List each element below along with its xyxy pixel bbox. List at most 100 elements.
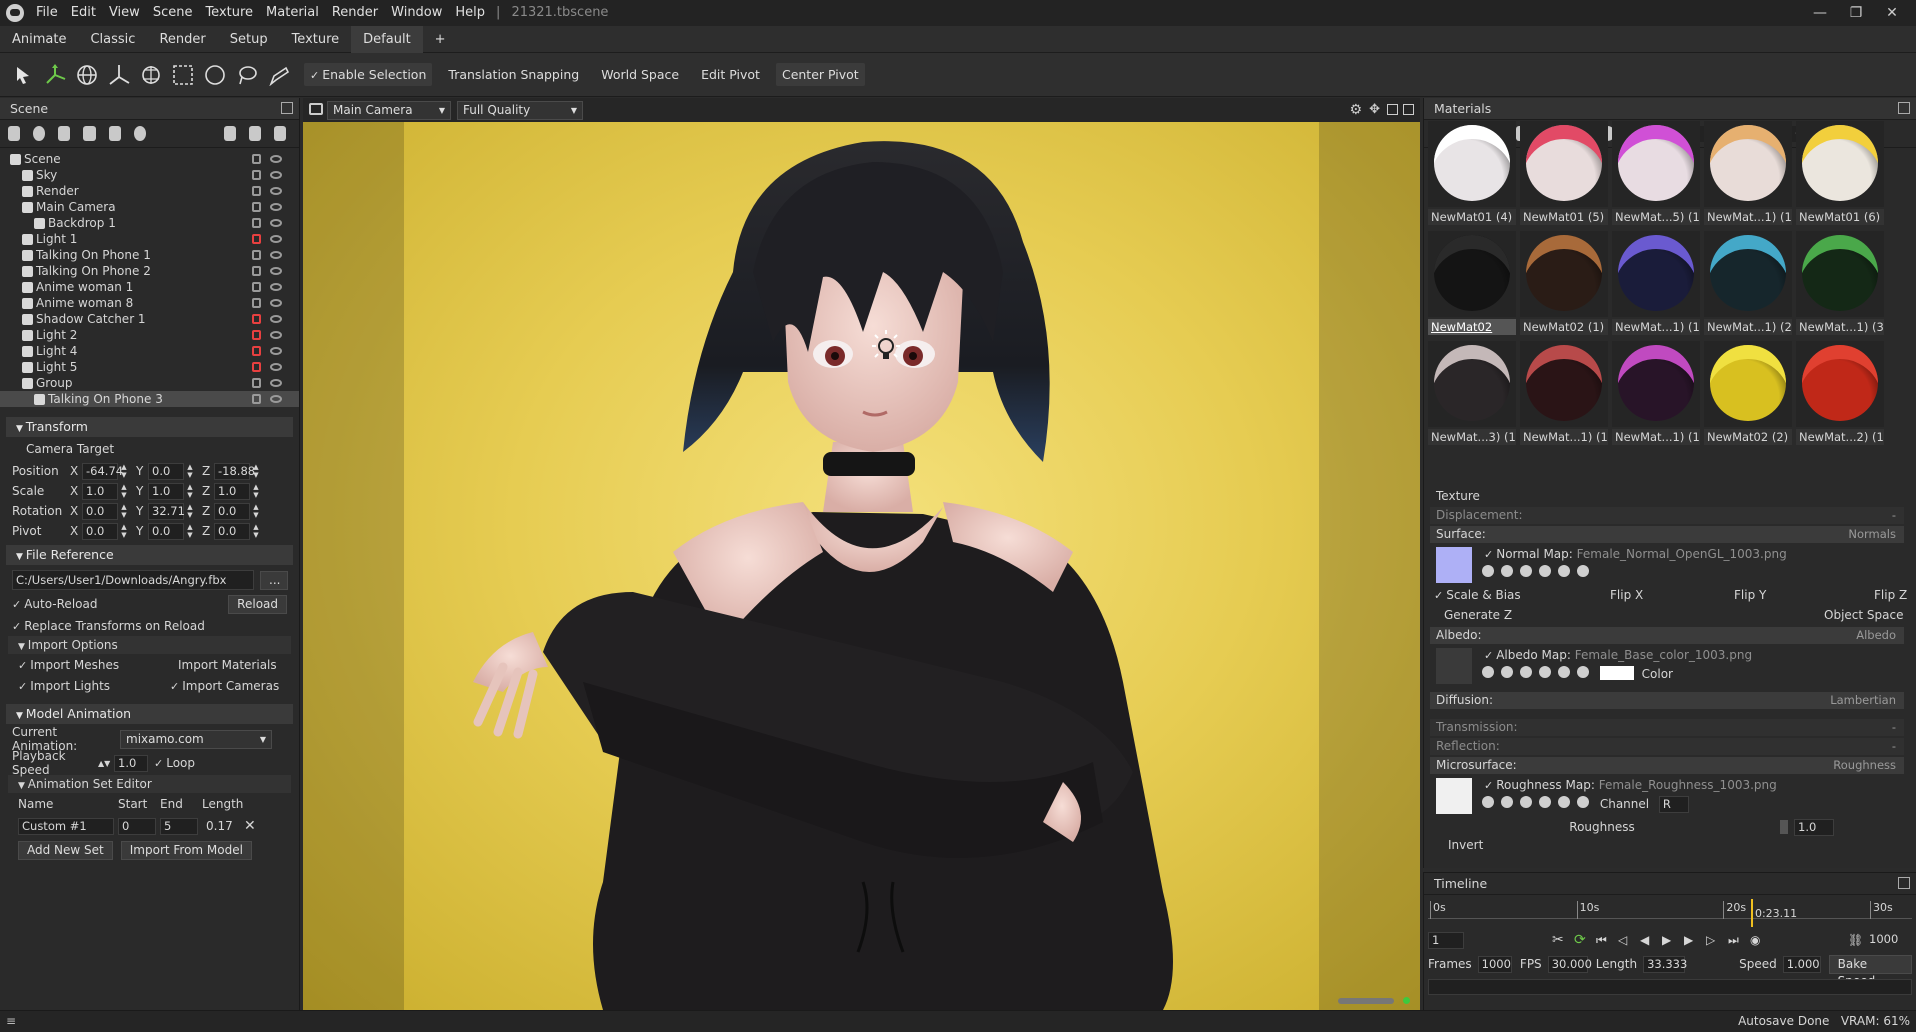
map-tools-icons[interactable]: Channel R xyxy=(1482,796,1689,813)
material-thumbnail[interactable]: NewMat...1) (1) xyxy=(1704,121,1792,229)
stepper-icon[interactable]: ▲▼ xyxy=(186,483,202,499)
tree-item[interactable]: Talking On Phone 2 xyxy=(0,263,299,279)
center-pivot-button[interactable]: Center Pivot xyxy=(775,63,865,86)
visibility-eye-icon[interactable] xyxy=(270,171,282,179)
tree-item[interactable]: Light 5 xyxy=(0,359,299,375)
next-key-icon[interactable]: ▷ xyxy=(1706,933,1728,947)
add-object-icon[interactable] xyxy=(108,126,121,141)
end-frame-field[interactable]: 1000 xyxy=(1866,932,1902,949)
play-icon[interactable]: ▶ xyxy=(1662,933,1684,947)
stepper-icon[interactable]: ▲▼ xyxy=(252,523,268,539)
lock-icon[interactable] xyxy=(252,346,261,356)
edit-pivot-button[interactable]: Edit Pivot xyxy=(695,63,766,86)
material-thumbnail[interactable]: NewMat01 (4) xyxy=(1428,121,1516,229)
import-from-model-button[interactable]: Import From Model xyxy=(120,840,252,860)
tree-item[interactable]: Backdrop 1 xyxy=(0,215,299,231)
tab-render[interactable]: Render xyxy=(147,26,217,53)
render-canvas[interactable] xyxy=(303,122,1420,1010)
add-light-icon[interactable] xyxy=(33,126,46,141)
minimize-icon[interactable]: — xyxy=(1802,0,1838,26)
camera-dropdown[interactable]: Main Camera xyxy=(327,101,451,120)
menu-scene[interactable]: Scene xyxy=(153,0,193,26)
import-options-header[interactable]: Import Options xyxy=(8,636,291,654)
tree-item[interactable]: Group xyxy=(0,375,299,391)
material-thumbnail[interactable]: NewMat01 (6) xyxy=(1796,121,1884,229)
normal-map-slot[interactable]: Normal Map: Female_Normal_OpenGL_1003.pn… xyxy=(1430,545,1904,585)
universal-tool-icon[interactable] xyxy=(136,60,166,90)
menu-texture[interactable]: Texture xyxy=(205,0,253,26)
stepper-icon[interactable]: ▲▼ xyxy=(120,483,136,499)
tree-item[interactable]: Scene xyxy=(0,151,299,167)
lock-icon[interactable] xyxy=(252,202,261,212)
roughness-map-slot[interactable]: Roughness Map: Female_Roughness_1003.png… xyxy=(1430,776,1904,816)
material-thumbnail[interactable]: NewMat...2) (1) xyxy=(1796,341,1884,449)
stepper-icon[interactable]: ▲▼ xyxy=(252,463,268,479)
visibility-eye-icon[interactable] xyxy=(270,347,282,355)
material-thumbnail[interactable]: NewMat...1) (1) xyxy=(1612,231,1700,339)
loop-checkbox[interactable]: Loop xyxy=(154,756,195,770)
transform-x-field[interactable]: -64.74 xyxy=(82,462,123,480)
albedo-section[interactable]: Albedo: Albedo xyxy=(1430,627,1904,644)
circle-select-icon[interactable] xyxy=(200,60,230,90)
browse-button[interactable]: ... xyxy=(260,570,288,590)
diffusion-section[interactable]: Diffusion: Lambertian xyxy=(1430,692,1904,709)
transform-x-field[interactable]: 1.0 xyxy=(82,482,118,500)
stepper-icon[interactable]: ▲▼ xyxy=(186,523,202,539)
tree-item[interactable]: Sky xyxy=(0,167,299,183)
add-mesh-icon[interactable] xyxy=(8,126,21,141)
first-frame-icon[interactable]: ⏮ xyxy=(1596,933,1618,948)
menu-edit[interactable]: Edit xyxy=(71,0,96,26)
expand-panel-icon[interactable] xyxy=(1898,102,1910,114)
lock-icon[interactable] xyxy=(252,154,261,164)
add-sky-icon[interactable] xyxy=(133,126,146,141)
material-thumbnail[interactable]: NewMat02 (1) xyxy=(1520,231,1608,339)
lock-icon[interactable] xyxy=(252,234,261,244)
visibility-eye-icon[interactable] xyxy=(270,187,282,195)
stepper-icon[interactable]: ▲▼ xyxy=(252,503,268,519)
record-icon[interactable]: ◉ xyxy=(1750,933,1772,947)
tab-add[interactable]: + xyxy=(423,26,458,53)
visibility-eye-icon[interactable] xyxy=(270,379,282,387)
visibility-eye-icon[interactable] xyxy=(270,235,282,243)
viewport-move-icon[interactable]: ✥ xyxy=(1369,102,1380,117)
lock-icon[interactable] xyxy=(252,378,261,388)
playback-speed-field[interactable]: 1.0 xyxy=(114,754,148,772)
roughness-slider[interactable] xyxy=(1780,820,1788,834)
stepper-icon[interactable]: ▲▼ xyxy=(120,523,136,539)
transform-x-field[interactable]: 0.0 xyxy=(82,522,118,540)
trash-icon[interactable] xyxy=(273,126,287,141)
add-camera-icon[interactable] xyxy=(58,126,71,141)
link-icon[interactable]: ⛓ xyxy=(1848,933,1866,947)
add-shadow-catcher-icon[interactable] xyxy=(83,126,96,141)
visibility-eye-icon[interactable] xyxy=(270,331,282,339)
scale-tool-icon[interactable] xyxy=(104,60,134,90)
map-tools-icons[interactable]: Color xyxy=(1482,666,1673,681)
anim-set-name-field[interactable]: Custom #1 xyxy=(18,817,114,835)
tree-item[interactable]: Anime woman 1 xyxy=(0,279,299,295)
visibility-eye-icon[interactable] xyxy=(270,267,282,275)
current-animation-dropdown[interactable]: mixamo.com xyxy=(120,729,272,749)
transform-z-field[interactable]: -18.88 xyxy=(214,462,255,480)
albedo-map-slot[interactable]: Albedo Map: Female_Base_color_1003.png C… xyxy=(1430,646,1904,686)
tree-item[interactable]: Talking On Phone 1 xyxy=(0,247,299,263)
tree-item[interactable]: Anime woman 8 xyxy=(0,295,299,311)
tab-classic[interactable]: Classic xyxy=(78,26,147,53)
tab-animate[interactable]: Animate xyxy=(0,26,78,53)
current-frame-field[interactable]: 1 xyxy=(1428,931,1464,949)
viewport-frame-icon[interactable] xyxy=(1387,104,1398,115)
paint-select-icon[interactable] xyxy=(264,60,294,90)
light-gizmo-icon[interactable] xyxy=(864,326,908,370)
visibility-eye-icon[interactable] xyxy=(270,155,282,163)
transmission-section[interactable]: Transmission: - xyxy=(1430,719,1904,736)
tree-item[interactable]: Light 1 xyxy=(0,231,299,247)
import-cameras-checkbox[interactable]: Import Cameras xyxy=(170,679,279,693)
visibility-eye-icon[interactable] xyxy=(270,251,282,259)
map-tools-icons[interactable] xyxy=(1482,565,1596,580)
lock-icon[interactable] xyxy=(252,218,261,228)
tree-item[interactable]: Main Camera xyxy=(0,199,299,215)
marquee-select-icon[interactable] xyxy=(168,60,198,90)
bake-speed-button[interactable]: Bake Speed xyxy=(1828,954,1912,988)
transform-z-field[interactable]: 0.0 xyxy=(214,502,250,520)
menu-window[interactable]: Window xyxy=(391,0,442,26)
tree-item[interactable]: Shadow Catcher 1 xyxy=(0,311,299,327)
